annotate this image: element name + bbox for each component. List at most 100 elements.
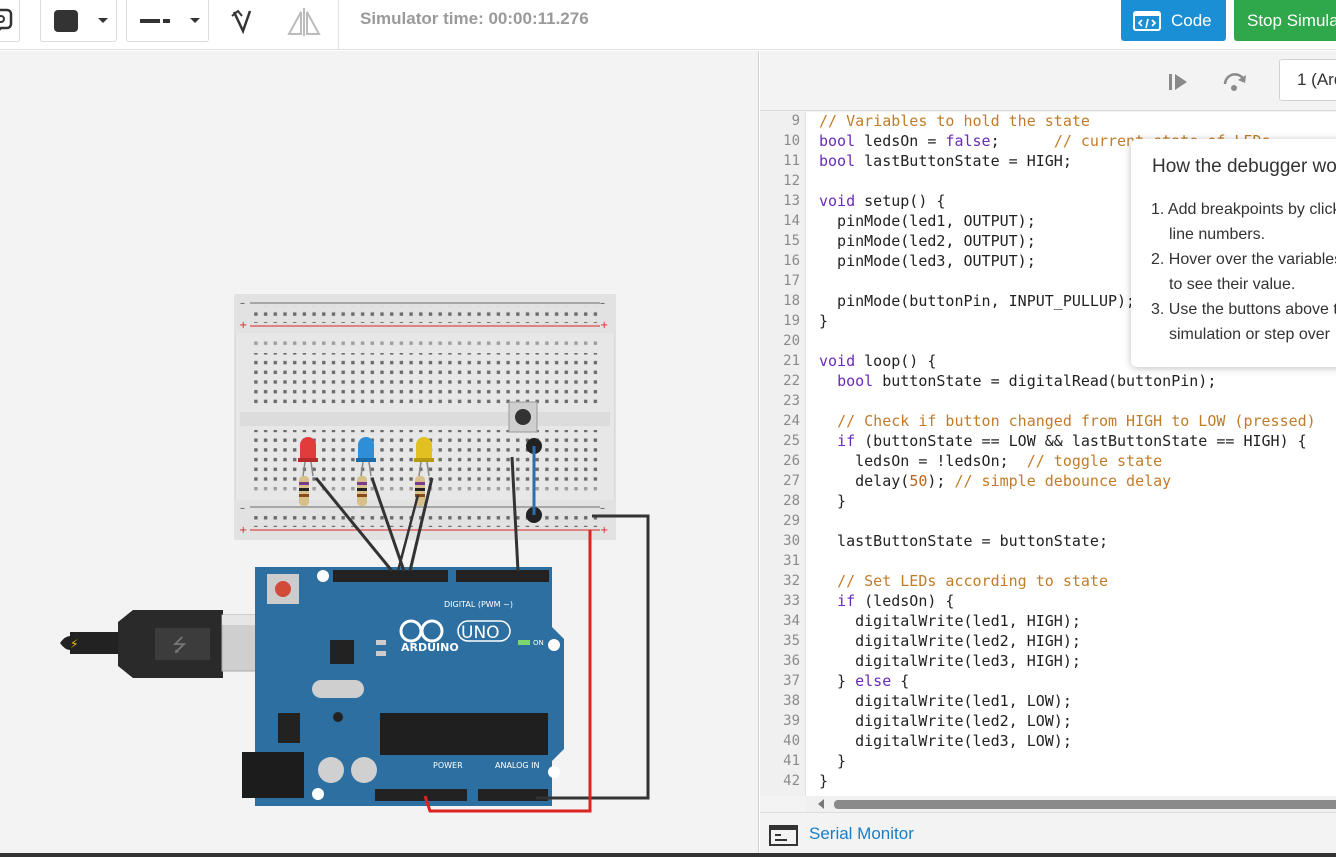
arduino-uno-board[interactable]: ARDUINO UNO DIGITAL (PWM ~) POWER ANALOG…: [242, 567, 564, 806]
serial-monitor-icon: [769, 825, 798, 846]
serial-monitor-bar[interactable]: Serial Monitor: [760, 812, 1336, 857]
stop-simulation-button[interactable]: Stop Simulation: [1234, 0, 1336, 41]
line-number[interactable]: 18: [783, 293, 800, 309]
device-select[interactable]: 1 (Arduino Uno R3): [1279, 59, 1336, 101]
popover-step-3-cont: simulation or step over: [1169, 326, 1330, 343]
line-number[interactable]: 39: [783, 713, 800, 729]
circuit-drawing: ⚡ ⭍ – – + + – – + + ARDUINO UNO DIGITAL …: [60, 294, 650, 813]
simulator-time: Simulator time: 00:00:11.276: [360, 9, 589, 28]
scrollbar-thumb[interactable]: [834, 800, 1336, 809]
code-line: pinMode(led1, OUTPUT);: [819, 212, 1036, 230]
line-number[interactable]: 31: [783, 553, 800, 569]
line-number[interactable]: 25: [783, 433, 800, 449]
square-icon: [54, 10, 108, 32]
line-number[interactable]: 36: [783, 653, 800, 669]
scroll-left-icon[interactable]: [814, 796, 834, 812]
line-number[interactable]: 11: [783, 153, 800, 169]
line-number[interactable]: 28: [783, 493, 800, 509]
line-style-dropdown[interactable]: [126, 0, 209, 42]
code-line: digitalWrite(led2, LOW);: [819, 712, 1072, 730]
line-number-gutter[interactable]: 9 10 11 12 13 14 15 16 17 18 19 20 21 22 23 24 25 26 27 28 2…: [760, 112, 806, 796]
step-over-icon[interactable]: [1220, 67, 1250, 97]
code-button-label: Code: [1171, 10, 1212, 30]
code-line: } else {: [819, 672, 910, 690]
line-number[interactable]: 14: [783, 213, 800, 229]
circuit-canvas[interactable]: ⚡ ⭍ – – + + – – + + ARDUINO UNO DIGITAL …: [0, 51, 759, 857]
code-line: }: [819, 772, 829, 790]
code-icon: [1133, 10, 1161, 31]
line-number[interactable]: 19: [783, 313, 800, 329]
toolbar: Simulator time: 00:00:11.276 Code Stop S…: [0, 0, 1336, 50]
line-number[interactable]: 23: [783, 393, 800, 409]
on-label: ON: [533, 639, 544, 647]
code-line: pinMode(led3, OUTPUT);: [819, 252, 1036, 270]
code-line: digitalWrite(led1, HIGH);: [819, 612, 1081, 630]
code-line: digitalWrite(led1, LOW);: [819, 692, 1072, 710]
window-bottom-border: [0, 853, 1336, 857]
rotate-icon[interactable]: [228, 6, 258, 36]
debugger-toolbar: 1 (Arduino Uno R3): [760, 51, 1336, 111]
line-number[interactable]: 15: [783, 233, 800, 249]
line-number[interactable]: 22: [783, 373, 800, 389]
svg-text:+: +: [600, 525, 608, 536]
line-number[interactable]: 10: [783, 133, 800, 149]
svg-text:–: –: [600, 503, 605, 514]
code-line: delay(50); // simple debounce delay: [819, 472, 1172, 490]
line-style-icon: [140, 18, 200, 23]
code-line: }: [819, 312, 829, 330]
line-number[interactable]: 29: [783, 513, 800, 529]
line-number[interactable]: 13: [783, 193, 800, 209]
line-number[interactable]: 20: [783, 333, 800, 349]
svg-text:+: +: [239, 320, 247, 331]
code-line: // Set LEDs according to state: [837, 572, 1108, 590]
line-number[interactable]: 32: [783, 573, 800, 589]
svg-text:–: –: [240, 298, 245, 309]
line-number[interactable]: 33: [783, 593, 800, 609]
line-number[interactable]: 30: [783, 533, 800, 549]
line-number[interactable]: 24: [783, 413, 800, 429]
board-brand: ARDUINO: [401, 641, 459, 654]
resistor-2[interactable]: [357, 476, 367, 506]
popover-step-2: 2. Hover over the variables: [1151, 251, 1336, 268]
code-line: pinMode(led2, OUTPUT);: [819, 232, 1036, 250]
line-number[interactable]: 26: [783, 453, 800, 469]
line-number[interactable]: 40: [783, 733, 800, 749]
resistor-1[interactable]: [299, 476, 309, 506]
code-line: ledsOn = !ledsOn; // toggle state: [819, 452, 1163, 470]
fill-color-dropdown[interactable]: [40, 0, 117, 42]
code-line: lastButtonState = buttonState;: [819, 532, 1108, 550]
line-number[interactable]: 21: [783, 353, 800, 369]
svg-text:–: –: [240, 503, 245, 514]
line-number[interactable]: 27: [783, 473, 800, 489]
serial-monitor-label[interactable]: Serial Monitor: [809, 824, 914, 844]
line-number[interactable]: 38: [783, 693, 800, 709]
popover-step-1: 1. Add breakpoints by clicking: [1151, 201, 1336, 218]
line-number[interactable]: 41: [783, 753, 800, 769]
line-number[interactable]: 17: [783, 273, 800, 289]
line-number[interactable]: 9: [792, 113, 800, 129]
digital-label: DIGITAL (PWM ~): [444, 600, 513, 609]
svg-text:+: +: [239, 525, 247, 536]
line-number[interactable]: 12: [783, 173, 800, 189]
horizontal-scrollbar[interactable]: [806, 796, 1336, 812]
line-number[interactable]: 16: [783, 253, 800, 269]
line-number[interactable]: 34: [783, 613, 800, 629]
line-number[interactable]: 37: [783, 673, 800, 689]
line-number[interactable]: 42: [783, 773, 800, 789]
code-line: void setup() {: [819, 192, 946, 210]
analog-label: ANALOG IN: [495, 761, 540, 770]
code-button[interactable]: Code: [1121, 0, 1226, 41]
code-line: }: [819, 752, 847, 770]
notes-button[interactable]: [0, 0, 20, 42]
debugger-help-popover: How the debugger works 1. Add breakpoint…: [1131, 139, 1336, 367]
svg-text:–: –: [600, 298, 605, 309]
svg-text:⭍: ⭍: [172, 635, 187, 656]
code-line: digitalWrite(led3, LOW);: [819, 732, 1072, 750]
resume-icon[interactable]: [1165, 69, 1191, 95]
popover-step-1-cont: line numbers.: [1169, 226, 1266, 243]
line-number[interactable]: 35: [783, 633, 800, 649]
svg-text:⚡: ⚡: [70, 637, 78, 651]
power-label: POWER: [433, 761, 463, 770]
flip-icon[interactable]: [286, 4, 326, 38]
code-line: if (buttonState == LOW && lastButtonStat…: [837, 432, 1307, 450]
